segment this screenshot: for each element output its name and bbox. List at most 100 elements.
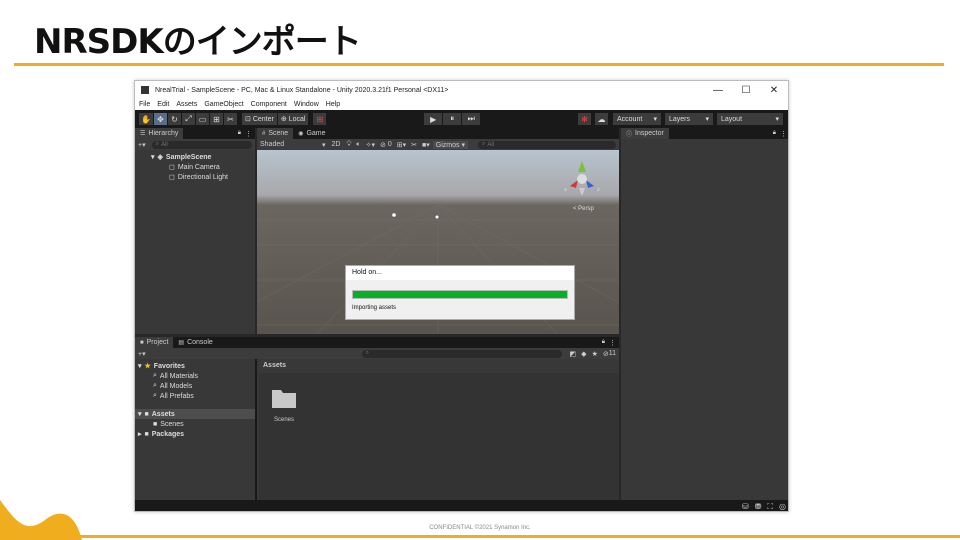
- lock-icon[interactable]: 🔒︎: [773, 130, 776, 137]
- hierarchy-scene-row[interactable]: ▾ ◈ SampleScene: [135, 152, 255, 162]
- asset-item-label[interactable]: Scenes: [269, 417, 299, 423]
- chevron-down-icon: ▾: [322, 141, 326, 149]
- more-icon[interactable]: ⋮: [245, 130, 252, 138]
- folder-icon: ■: [144, 410, 149, 418]
- menu-help[interactable]: Help: [326, 101, 340, 108]
- custom-tool-icon[interactable]: ✂: [223, 113, 237, 125]
- collab-icon[interactable]: ✻: [578, 113, 591, 125]
- hidden-objects-icon[interactable]: ⊘: [380, 141, 386, 149]
- menu-assets[interactable]: Assets: [176, 101, 197, 108]
- tab-game[interactable]: ◉ Game: [293, 128, 331, 139]
- toggle-2d-button[interactable]: 2D: [332, 141, 341, 148]
- center-label: Center: [252, 115, 274, 123]
- pivot-icon: ⊡: [244, 116, 251, 123]
- tab-scene[interactable]: # Scene: [257, 128, 294, 139]
- cloud-icon[interactable]: ☁: [595, 113, 608, 125]
- menu-bar: File Edit Assets GameObject Component Wi…: [135, 99, 788, 110]
- more-icon[interactable]: ⋮: [609, 339, 616, 347]
- progress-activity-icon[interactable]: ⛃: [755, 502, 762, 511]
- lock-icon[interactable]: 🔒︎: [238, 130, 241, 137]
- filter-label-icon[interactable]: ◆: [581, 350, 586, 358]
- menu-component[interactable]: Component: [251, 101, 287, 108]
- pause-button[interactable]: ⏸: [443, 113, 462, 125]
- debug-icon[interactable]: ⛶: [767, 502, 773, 512]
- lock-icon[interactable]: 🔒︎: [602, 339, 605, 346]
- orientation-gizmo-icon[interactable]: x z: [562, 158, 602, 198]
- hierarchy-search-input[interactable]: ⌕ All: [151, 140, 252, 149]
- main-toolbar: ✋ ✥ ↻ ⤢ ▭ ⊞ ✂ ⊡ Center ⊕ Local ⊞ ▶ ⏸ ⏭ ✻ ☁…: [135, 110, 788, 128]
- project-tab-label: Project: [146, 339, 169, 346]
- scene-tabbar: # Scene ◉ Game: [257, 128, 619, 139]
- cache-server-icon[interactable]: ⛁: [742, 502, 749, 511]
- minimize-button[interactable]: —: [704, 85, 732, 96]
- close-button[interactable]: ✕: [760, 85, 788, 96]
- maximize-button[interactable]: ☐: [732, 85, 760, 96]
- scenes-folder-row[interactable]: ■ Scenes: [135, 419, 255, 429]
- pivot-center-toggle[interactable]: ⊡ Center: [241, 113, 277, 125]
- favorite-star-icon[interactable]: ★: [592, 350, 598, 358]
- audio-toggle-icon[interactable]: 🔈︎: [356, 141, 360, 149]
- tab-console[interactable]: ▤ Console: [173, 337, 218, 348]
- hand-tool-icon[interactable]: ✋: [139, 113, 153, 125]
- decorative-corner-shape: [0, 500, 82, 540]
- assets-folder-row[interactable]: ▾ ■ Assets: [135, 409, 255, 419]
- favorite-item[interactable]: ⌕ All Models: [135, 381, 255, 391]
- camera-icon[interactable]: ■▾: [422, 141, 430, 149]
- favorite-item[interactable]: ⌕ All Materials: [135, 371, 255, 381]
- account-dropdown[interactable]: Account ▾: [613, 113, 661, 125]
- scene-search-input[interactable]: ⌕ All: [477, 140, 616, 149]
- search-icon: ⌕: [153, 372, 157, 379]
- effects-toggle-icon[interactable]: ✧▾: [366, 141, 375, 149]
- menu-gameobject[interactable]: GameObject: [204, 101, 243, 108]
- filter-type-icon[interactable]: ◩: [570, 350, 577, 358]
- menu-file[interactable]: File: [139, 101, 150, 108]
- hierarchy-item-main-camera[interactable]: ◻ Main Camera: [135, 162, 255, 172]
- rect-tool-icon[interactable]: ▭: [195, 113, 209, 125]
- window-titlebar: NrealTrial - SampleScene - PC, Mac & Lin…: [135, 81, 788, 99]
- project-search-input[interactable]: ⌕: [361, 349, 562, 358]
- packages-folder-row[interactable]: ▸ ■ Packages: [135, 429, 255, 439]
- add-icon[interactable]: +▾: [138, 350, 146, 358]
- tools-icon[interactable]: ✂: [411, 141, 417, 149]
- menu-window[interactable]: Window: [294, 101, 319, 108]
- grid-toggle-icon[interactable]: ⊞▾: [397, 141, 406, 149]
- pivot-local-toggle[interactable]: ⊕ Local: [277, 113, 309, 125]
- tab-project[interactable]: ■ Project: [135, 337, 174, 348]
- auto-refresh-icon[interactable]: ◎: [779, 502, 786, 511]
- rotate-tool-icon[interactable]: ↻: [167, 113, 181, 125]
- play-button[interactable]: ▶: [424, 113, 443, 125]
- gizmos-dropdown[interactable]: Gizmos ▾: [432, 140, 468, 149]
- menu-edit[interactable]: Edit: [157, 101, 169, 108]
- lighting-toggle-icon[interactable]: 💡︎: [346, 141, 351, 149]
- scene-viewport[interactable]: x z < Persp Hold on... Importing assets: [257, 150, 619, 334]
- move-tool-icon[interactable]: ✥: [153, 113, 167, 125]
- layers-dropdown[interactable]: Layers ▾: [665, 113, 713, 125]
- folder-icon[interactable]: [271, 387, 297, 409]
- transform-tool-icon[interactable]: ⊞: [209, 113, 223, 125]
- add-icon[interactable]: +▾: [138, 141, 146, 149]
- tab-hierarchy[interactable]: ☰ Hierarchy: [135, 128, 184, 139]
- favorite-item[interactable]: ⌕ All Prefabs: [135, 391, 255, 401]
- folder-icon: ■: [140, 339, 144, 346]
- breadcrumb[interactable]: Assets: [259, 359, 619, 373]
- more-icon[interactable]: ⋮: [780, 130, 787, 138]
- tab-inspector[interactable]: ⓘ Inspector: [621, 128, 669, 139]
- bottom-rule: [0, 535, 960, 538]
- shading-dropdown[interactable]: Shaded: [260, 141, 322, 148]
- gameobject-icon: ◻: [169, 174, 175, 181]
- unity-window: NrealTrial - SampleScene - PC, Mac & Lin…: [134, 80, 789, 512]
- import-progress-bar: [352, 290, 568, 299]
- persp-label[interactable]: < Persp: [573, 206, 594, 212]
- scale-tool-icon[interactable]: ⤢: [181, 113, 195, 125]
- hidden-count: 0: [387, 141, 392, 148]
- layers-label: Layers: [669, 115, 691, 123]
- layout-dropdown[interactable]: Layout ▾: [717, 113, 783, 125]
- favorites-row[interactable]: ▾ ★ Favorites: [135, 361, 255, 371]
- hierarchy-item-directional-light[interactable]: ◻ Directional Light: [135, 172, 255, 182]
- camera-gizmo-icon[interactable]: [435, 215, 439, 219]
- step-button[interactable]: ⏭: [462, 113, 481, 125]
- gameobject-icon: ◻: [169, 164, 175, 171]
- inspector-tab-label: Inspector: [635, 130, 664, 137]
- light-gizmo-icon[interactable]: [392, 213, 396, 217]
- grid-snap-icon[interactable]: ⊞: [313, 113, 327, 125]
